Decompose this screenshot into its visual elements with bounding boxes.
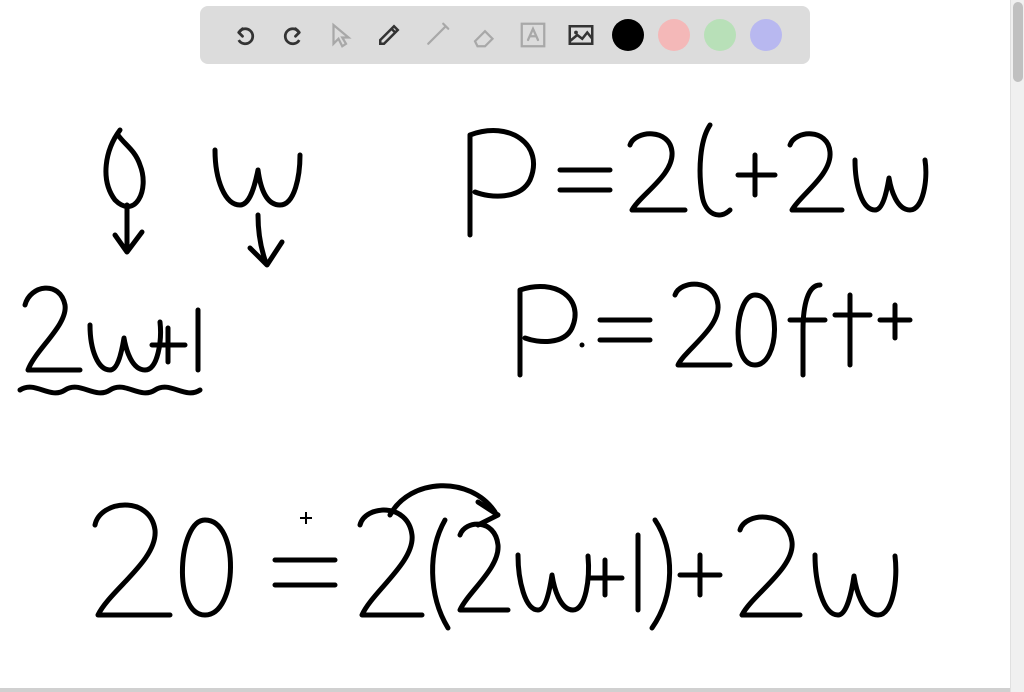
handwriting-equation <box>95 486 896 628</box>
image-icon <box>566 20 596 50</box>
pen-button[interactable] <box>372 18 406 52</box>
handwriting-w-top <box>215 150 300 265</box>
image-button[interactable] <box>564 18 598 52</box>
color-purple[interactable] <box>750 19 782 51</box>
vertical-scrollbar[interactable] <box>1010 0 1024 692</box>
toolbar <box>200 6 810 64</box>
pointer-icon <box>326 20 356 50</box>
undo-button[interactable] <box>228 18 262 52</box>
text-icon <box>518 20 548 50</box>
tools-icon <box>422 20 452 50</box>
undo-icon <box>230 20 260 50</box>
pen-icon <box>374 20 404 50</box>
redo-button[interactable] <box>276 18 310 52</box>
text-button[interactable] <box>516 18 550 52</box>
color-pink[interactable] <box>658 19 690 51</box>
eraser-icon <box>470 20 500 50</box>
handwriting-perimeter-value <box>520 284 910 375</box>
redo-icon <box>278 20 308 50</box>
pointer-button[interactable] <box>324 18 358 52</box>
whiteboard-canvas[interactable] <box>0 70 1010 684</box>
color-green[interactable] <box>704 19 736 51</box>
eraser-button[interactable] <box>468 18 502 52</box>
tools-button[interactable] <box>420 18 454 52</box>
scrollbar-thumb[interactable] <box>1013 2 1023 82</box>
color-black[interactable] <box>612 19 644 51</box>
bottom-border <box>0 688 1010 692</box>
handwriting-2w-plus-1 <box>20 288 200 393</box>
handwriting-formula <box>470 125 926 235</box>
handwriting-l <box>106 130 143 252</box>
